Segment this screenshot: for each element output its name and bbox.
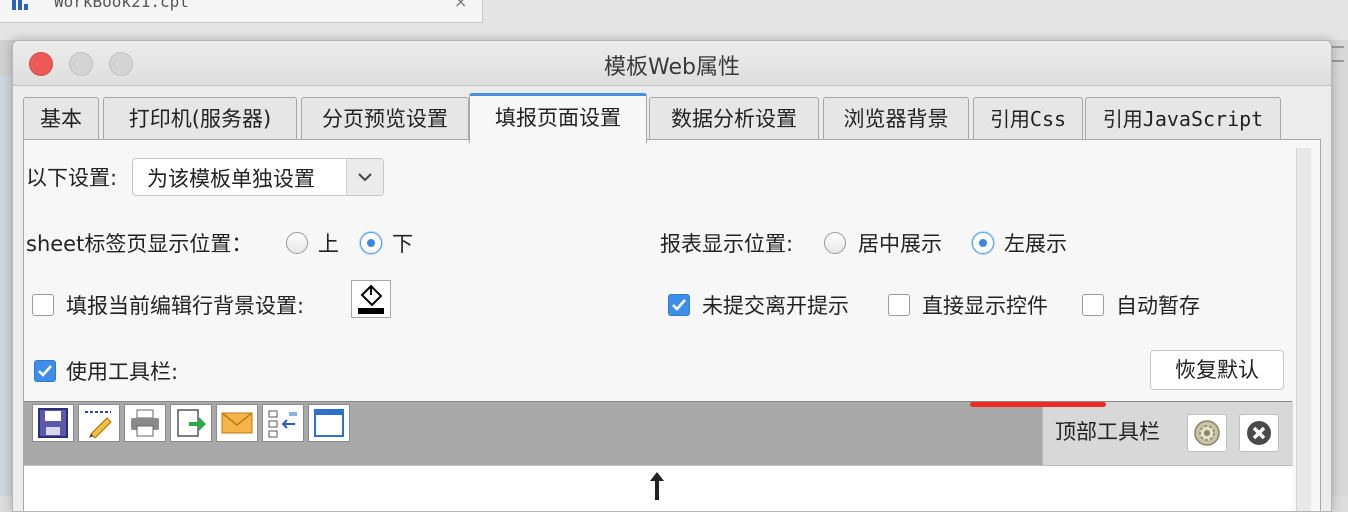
insert-row-icon	[268, 410, 297, 438]
use-toolbar-checkbox[interactable]	[34, 360, 56, 382]
print-icon	[131, 409, 159, 437]
toolbar-position-area: 顶部工具栏	[1042, 402, 1293, 466]
background-tab-close-icon[interactable]: ×	[454, 0, 467, 11]
auto-save-label: 自动暂存	[1116, 294, 1200, 318]
use-toolbar-label: 使用工具栏:	[66, 360, 179, 384]
tab-printer-server[interactable]: 打印机(服务器)	[103, 97, 297, 140]
gear-icon	[1194, 420, 1220, 446]
tab-fill-page-settings[interactable]: 填报页面设置	[469, 93, 647, 143]
sheet-tab-top-label: 上	[318, 232, 339, 256]
edit-icon	[85, 411, 112, 438]
paint-bucket-icon	[358, 284, 384, 314]
tab-reference-css[interactable]: 引用Css	[973, 97, 1083, 140]
scope-select[interactable]: 为该模板单独设置	[132, 158, 384, 196]
row-bg-color-button[interactable]	[351, 280, 391, 318]
direct-widget-label: 直接显示控件	[922, 294, 1048, 318]
row-bg-label: 填报当前编辑行背景设置:	[66, 294, 305, 318]
tab-page-preview[interactable]: 分页预览设置	[301, 97, 469, 140]
report-left-radio[interactable]	[972, 232, 994, 254]
export-icon	[177, 409, 206, 437]
toolbar-settings-button[interactable]	[1187, 414, 1227, 452]
template-web-properties-dialog: 模板Web属性 基本 打印机(服务器) 分页预览设置 填报页面设置 数据分析设置…	[12, 40, 1332, 512]
toolbar-email-button[interactable]	[216, 404, 258, 442]
tab-data-analysis[interactable]: 数据分析设置	[649, 97, 819, 140]
dialog-title: 模板Web属性	[604, 55, 740, 80]
toolbar-window-button[interactable]	[308, 404, 350, 442]
checkmark-icon	[672, 299, 686, 311]
leave-prompt-label: 未提交离开提示	[702, 294, 849, 318]
toolbar-save-button[interactable]	[32, 404, 74, 442]
toolbar-edit-button[interactable]	[78, 404, 120, 442]
dialog-titlebar: 模板Web属性	[13, 41, 1331, 86]
toolbar-insert-row-button[interactable]	[262, 404, 304, 442]
annotation-underline	[970, 402, 1106, 407]
toolbar-position-label: 顶部工具栏	[1055, 420, 1160, 444]
fill-page-settings-panel: 以下设置: 为该模板单独设置 sheet标签页显示位置： 上 下 报表显示位置:…	[23, 139, 1321, 511]
app-icon	[12, 0, 28, 10]
tab-browser-background[interactable]: 浏览器背景	[823, 97, 969, 140]
background-right-panel	[1330, 40, 1348, 496]
scope-select-button[interactable]	[346, 159, 383, 195]
report-left-label: 左展示	[1004, 232, 1067, 256]
background-app-header: WorkBook21.cpt ×	[0, 0, 1348, 40]
toolbar-export-button[interactable]	[170, 404, 212, 442]
toolbar-preview: 顶部工具栏	[24, 401, 1293, 466]
sheet-tab-bottom-label: 下	[392, 232, 413, 256]
scope-label: 以下设置:	[26, 166, 118, 190]
window-icon	[314, 409, 344, 437]
scope-select-value: 为该模板单独设置	[147, 167, 315, 191]
sheet-tab-top-radio[interactable]	[286, 232, 308, 254]
sheet-tab-position-label: sheet标签页显示位置：	[26, 232, 253, 256]
report-position-label: 报表显示位置:	[660, 232, 794, 256]
toolbar-drop-area[interactable]	[24, 465, 1292, 511]
auto-save-checkbox[interactable]	[1082, 294, 1104, 316]
leave-prompt-checkbox[interactable]	[668, 294, 690, 316]
tab-reference-javascript[interactable]: 引用JavaScript	[1085, 97, 1281, 140]
background-file-tab[interactable]: WorkBook21.cpt ×	[0, 0, 483, 23]
toolbar-remove-button[interactable]	[1239, 414, 1279, 452]
vertical-scrollbar[interactable]	[1296, 148, 1311, 511]
tab-basic[interactable]: 基本	[23, 97, 99, 140]
close-icon	[1247, 421, 1271, 445]
report-center-label: 居中展示	[858, 232, 942, 256]
row-bg-checkbox[interactable]	[32, 294, 54, 316]
chevron-down-icon	[358, 173, 372, 182]
toolbar-print-button[interactable]	[124, 404, 166, 442]
background-sheet-edge	[0, 76, 12, 496]
sheet-tab-bottom-radio[interactable]	[360, 232, 382, 254]
direct-widget-checkbox[interactable]	[888, 294, 910, 316]
save-icon	[38, 408, 68, 438]
background-file-name: WorkBook21.cpt	[54, 0, 189, 11]
email-icon	[221, 412, 253, 434]
restore-default-button[interactable]: 恢复默认	[1150, 350, 1284, 390]
report-center-radio[interactable]	[824, 232, 846, 254]
checkmark-icon	[38, 365, 52, 377]
